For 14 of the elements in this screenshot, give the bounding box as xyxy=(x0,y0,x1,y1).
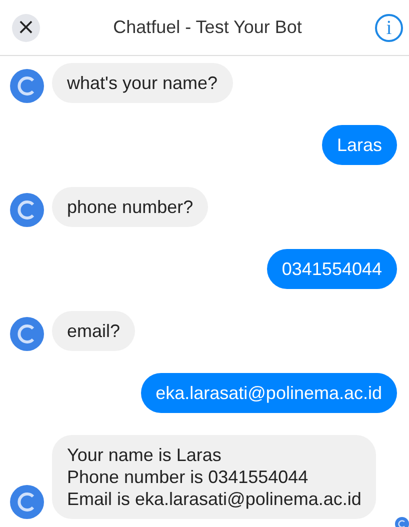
bot-message: email? xyxy=(52,311,136,351)
bot-avatar-icon xyxy=(10,193,44,227)
bot-message: Your name is Laras Phone number is 0341554044 Email is eka.larasati@polinema.ac.id xyxy=(52,435,376,519)
user-message: Laras xyxy=(322,125,397,165)
user-message: eka.larasati@polinema.ac.id xyxy=(140,373,397,413)
close-button[interactable]: × xyxy=(12,14,40,42)
bot-avatar-icon xyxy=(10,317,44,351)
bot-avatar-icon xyxy=(10,69,44,103)
window-title: Chatfuel - Test Your Bot xyxy=(112,17,303,38)
bot-avatar-icon xyxy=(10,485,44,519)
bot-message: phone number? xyxy=(52,187,208,227)
user-message: 0341554044 xyxy=(266,249,397,289)
info-button[interactable]: i xyxy=(375,14,403,42)
bot-message: what's your name? xyxy=(52,63,233,103)
